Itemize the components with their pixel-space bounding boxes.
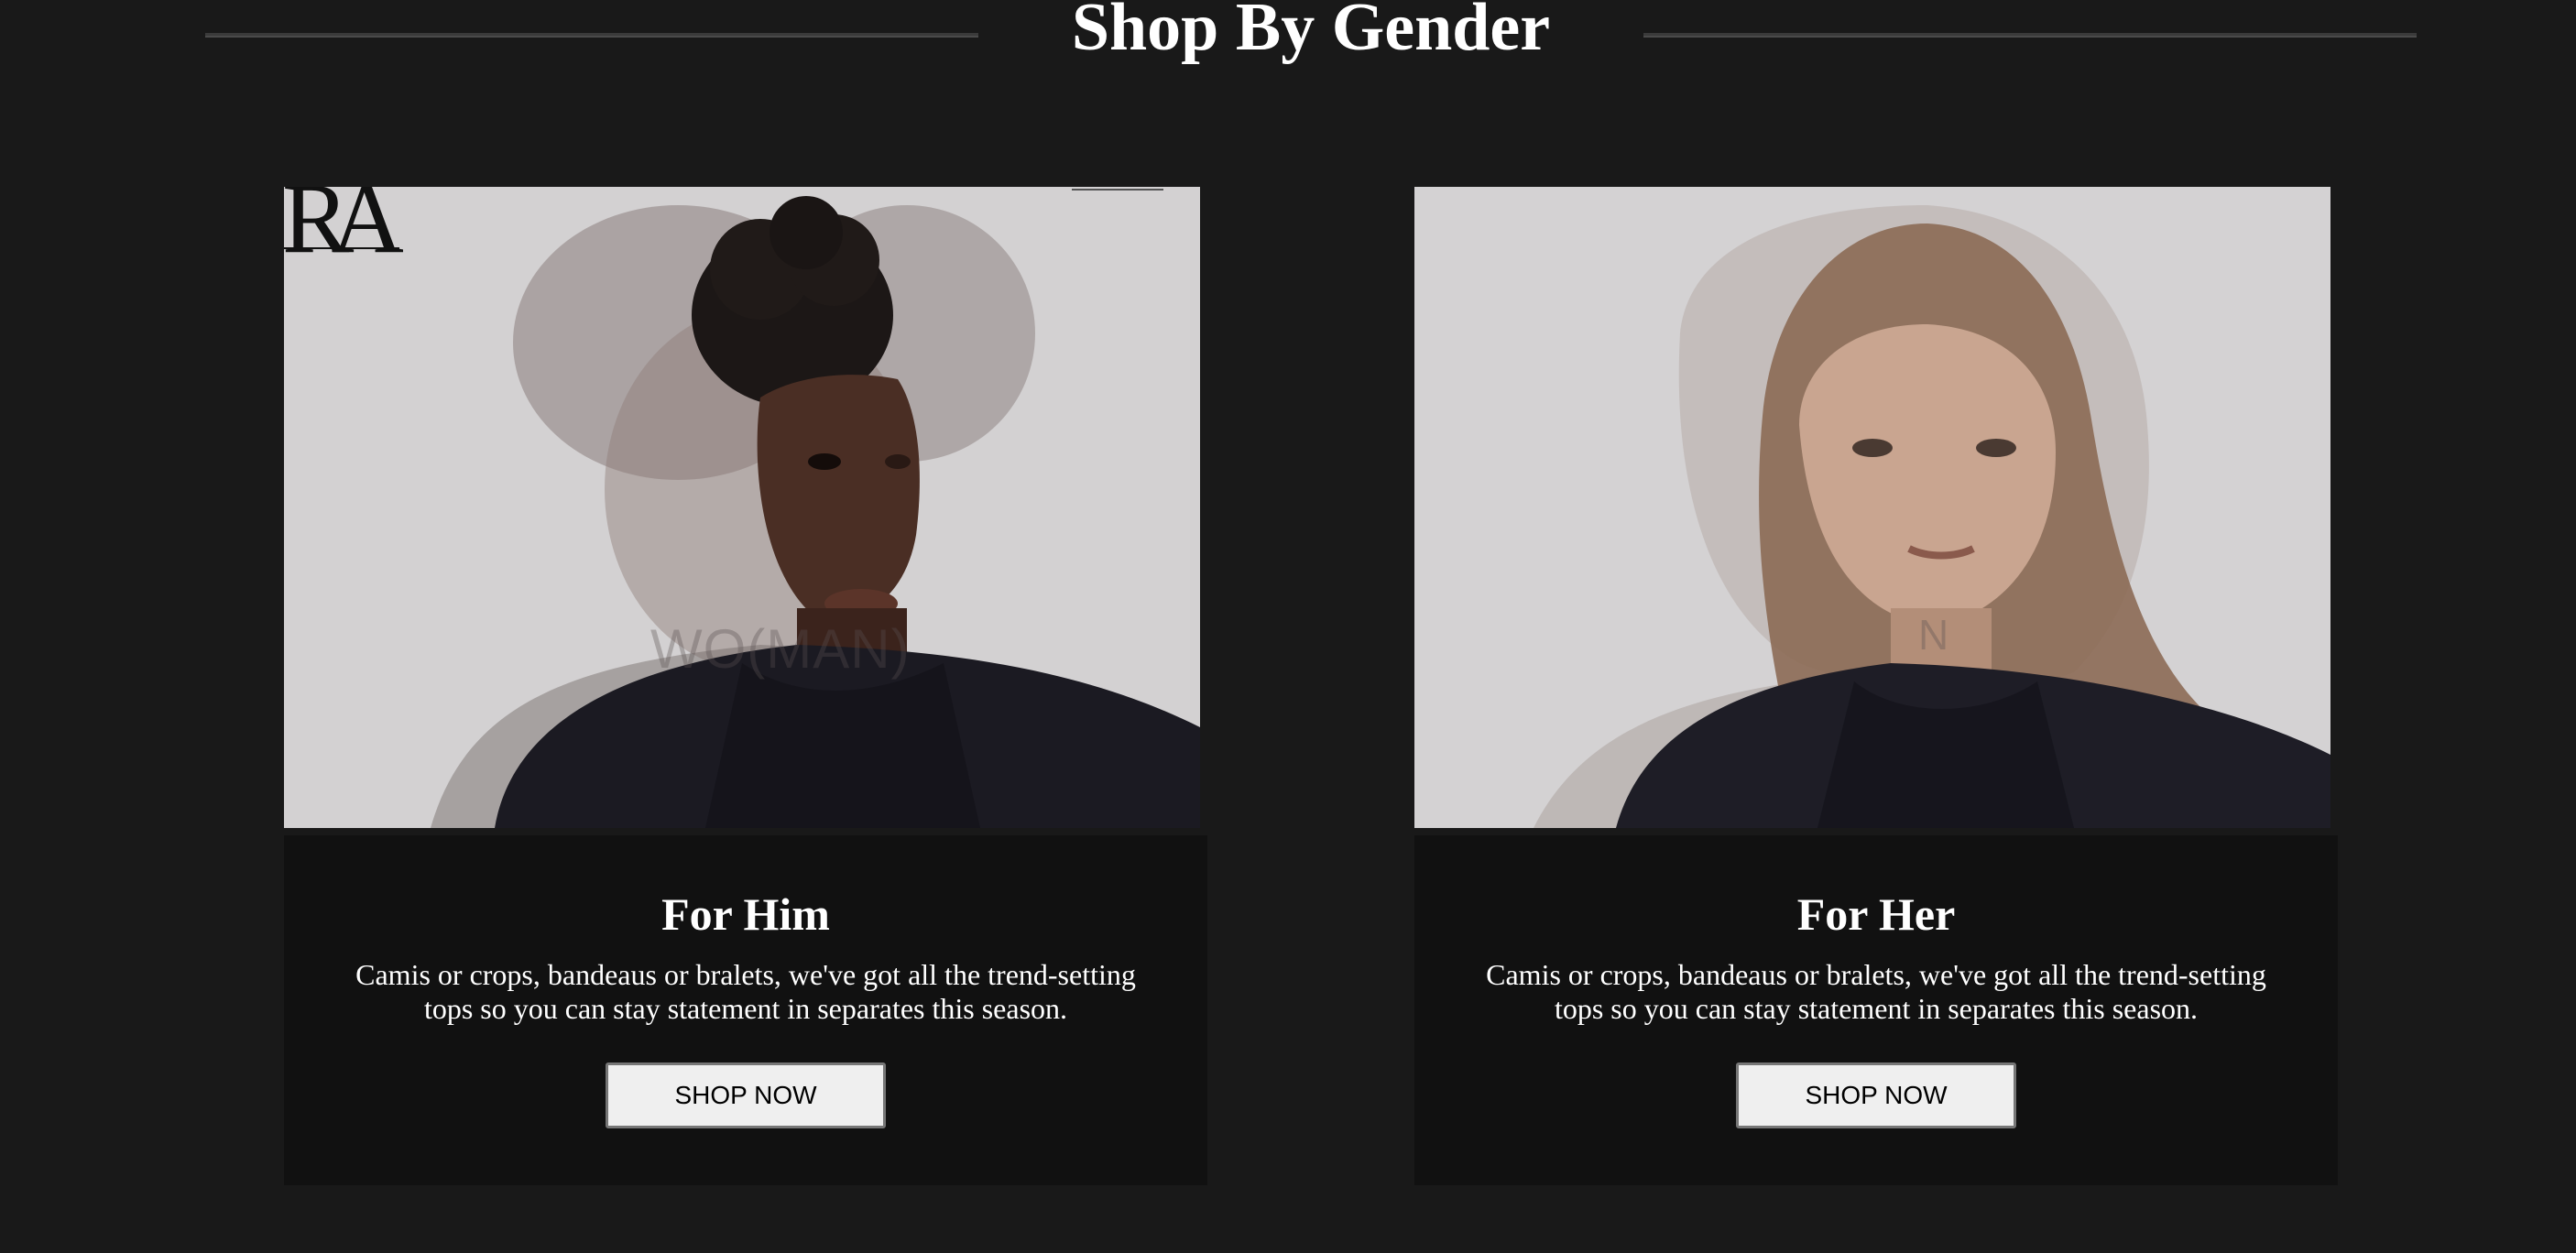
section-header: Shop By Gender — [0, 0, 2576, 73]
for-him-image[interactable]: RA WO(MAN) — [284, 187, 1200, 828]
for-her-card-body: For Her Camis or crops, bandeaus or bral… — [1414, 835, 2338, 1185]
image-overlay-word: WO(MAN) — [650, 618, 911, 680]
for-her-title: For Her — [1796, 888, 1956, 940]
image-overlay-word: N — [1918, 611, 1950, 659]
brand-logo: RA — [284, 187, 404, 274]
for-him-description: Camis or crops, bandeaus or bralets, we'… — [355, 958, 1136, 1025]
for-her-photo-illustration — [1414, 187, 2330, 828]
header-divider-right — [1643, 33, 2417, 38]
for-him-card-body: For Him Camis or crops, bandeaus or bral… — [284, 835, 1207, 1185]
header-divider-left — [205, 33, 978, 38]
for-her-image[interactable]: N — [1414, 187, 2330, 828]
gender-card-him: RA WO(MAN) For Him Camis or crops, bande… — [284, 187, 1207, 1185]
brand-logo-underline — [284, 247, 399, 249]
for-him-title: For Him — [661, 888, 830, 940]
image-top-rule — [1072, 189, 1163, 191]
section-title: Shop By Gender — [1071, 0, 1551, 65]
gender-card-her: N For Her Camis or crops, bandeaus or br… — [1414, 187, 2338, 1185]
for-her-description: Camis or crops, bandeaus or bralets, we'… — [1486, 958, 2266, 1025]
for-him-photo-illustration — [284, 187, 1200, 828]
for-him-shop-now-button[interactable]: SHOP NOW — [606, 1062, 886, 1128]
for-her-shop-now-button[interactable]: SHOP NOW — [1736, 1062, 2016, 1128]
